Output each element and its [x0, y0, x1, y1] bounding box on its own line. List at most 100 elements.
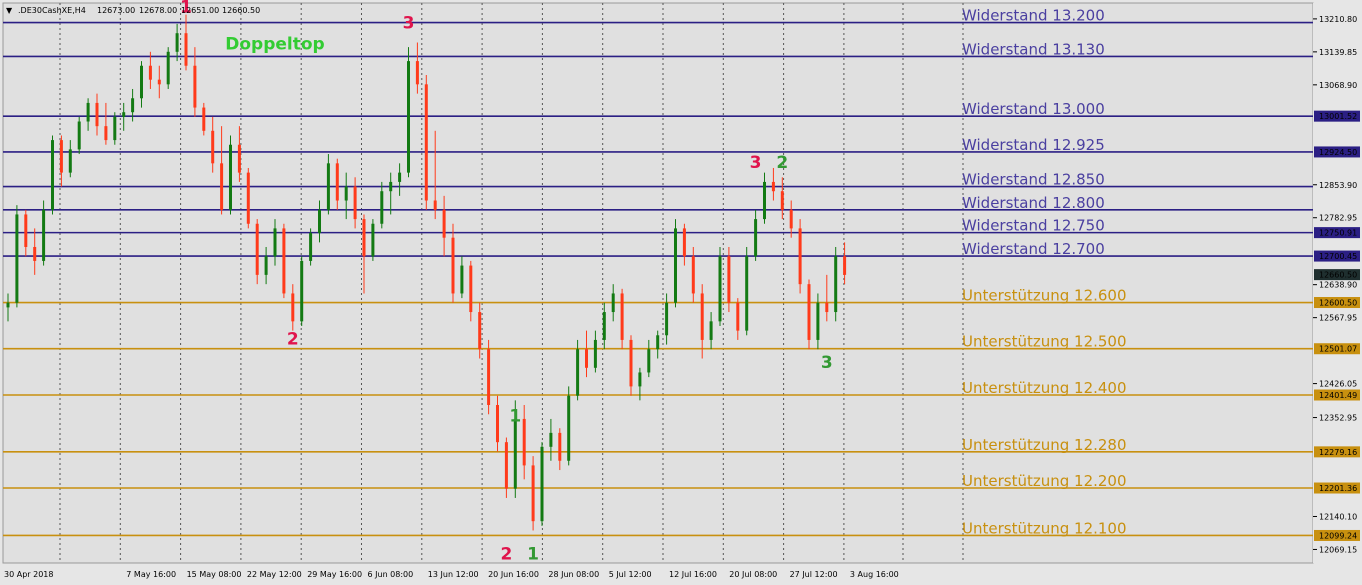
candle-body: [789, 209, 793, 229]
price-tick-label: 12638.90: [1319, 281, 1357, 290]
time-tick-label: 30 Apr 2018: [4, 570, 53, 579]
candle-body: [113, 116, 117, 141]
candle-body: [816, 302, 820, 340]
candle-body: [647, 349, 651, 373]
price-chart[interactable]: Widerstand 13.200 Widerstand 13.130 Widers…: [0, 0, 1362, 585]
candle-body: [576, 349, 580, 396]
candle-body: [140, 65, 143, 99]
candle-body: [237, 144, 241, 173]
wave-annotation: 2: [287, 330, 299, 350]
time-tick-label: 3 Aug 16:00: [850, 570, 899, 579]
candle-body: [131, 98, 135, 113]
candle-body: [522, 418, 526, 466]
wave-annotation: 2: [500, 544, 512, 564]
ohlc-header: ▼ .DE30CashXE,H4 12673.00 12678.00 12651…: [6, 6, 260, 15]
resistance-label: Widerstand 13.200: [962, 7, 1105, 25]
candle-body: [42, 209, 46, 261]
candle-body: [362, 219, 366, 257]
candle-body: [629, 339, 633, 387]
candle-body: [745, 256, 749, 331]
support-price-tag-label: 12099.24: [1319, 531, 1357, 540]
candle-body: [51, 140, 54, 210]
candle-body: [469, 265, 473, 313]
candle-body: [674, 228, 677, 303]
candle-body: [318, 209, 321, 234]
candle-body: [193, 65, 197, 108]
candle-body: [246, 172, 250, 224]
support-price-tag-label: 12279.16: [1319, 448, 1357, 457]
candle-body: [567, 395, 571, 461]
price-tick-label: 13139.85: [1319, 48, 1357, 57]
candle-body: [727, 256, 731, 303]
support-price-tag-label: 12201.36: [1319, 484, 1357, 493]
support-price-tag-label: 12600.50: [1319, 299, 1357, 308]
candle-body: [843, 256, 847, 275]
candle-body: [798, 228, 802, 285]
close-value: 12660.50: [222, 6, 260, 15]
candle-body: [77, 121, 81, 150]
candle-body: [531, 465, 535, 522]
high-value: 12678.00: [139, 6, 177, 15]
candle-body: [95, 102, 99, 127]
candle-body: [807, 284, 811, 340]
time-tick-label: 6 Jun 08:00: [368, 570, 414, 579]
candle-body: [620, 293, 624, 340]
price-tick-label: 12567.95: [1319, 314, 1357, 323]
candle-body: [273, 228, 277, 257]
wave-annotation: 3: [821, 353, 833, 373]
price-tick-label: 13068.90: [1319, 81, 1357, 90]
candle-body: [771, 181, 775, 192]
wave-annotation: 3: [403, 14, 415, 34]
candle-body: [513, 418, 517, 489]
support-label: Unterstützung 12.280: [962, 436, 1127, 454]
wave-annotation: 1: [527, 544, 539, 564]
candle-body: [380, 191, 384, 224]
candle-body: [255, 223, 259, 275]
time-tick-label: 5 Jul 12:00: [609, 570, 652, 579]
candle-body: [371, 223, 375, 257]
candle-body: [718, 256, 722, 322]
resistance-label: Widerstand 12.925: [962, 136, 1105, 154]
candle-body: [175, 33, 179, 52]
resistance-label: Widerstand 13.130: [962, 40, 1105, 58]
price-tick-label: 12782.95: [1319, 214, 1357, 223]
candle-body: [754, 219, 758, 257]
candle-body: [665, 302, 669, 336]
candle-body: [407, 61, 410, 173]
time-tick-label: 29 May 16:00: [307, 570, 362, 579]
time-axis: 30 Apr 2018 7 May 16:00 15 May 08:00 22 May…: [4, 570, 899, 579]
candle-body: [148, 65, 152, 80]
candle-body: [398, 172, 402, 182]
candle-body: [442, 209, 446, 238]
candle-body: [478, 312, 482, 350]
menu-triangle-icon[interactable]: ▼: [6, 6, 13, 15]
candle-body: [834, 256, 838, 313]
candle-body: [433, 200, 437, 210]
candle-body: [184, 33, 188, 66]
price-tick-label: 12426.05: [1319, 380, 1357, 389]
candle-body: [86, 102, 90, 122]
price-tick-label: 12140.10: [1319, 512, 1357, 521]
resistance-price-tag-label: 12924.50: [1319, 148, 1357, 157]
candle-body: [33, 246, 37, 261]
candle-body: [504, 442, 508, 489]
candle-body: [700, 293, 704, 340]
support-label: Unterstützung 12.400: [962, 379, 1127, 397]
current-price-label: 12660.50: [1319, 271, 1357, 280]
candle-body: [335, 163, 339, 201]
candle-body: [6, 302, 10, 308]
open-value: 12673.00: [97, 6, 135, 15]
symbol-label: .DE30CashXE,H4: [18, 6, 86, 15]
candle-body: [825, 302, 829, 313]
candle-body: [593, 339, 597, 368]
candle-body: [709, 321, 713, 340]
resistance-label: Widerstand 12.850: [962, 171, 1105, 189]
candle-body: [157, 79, 161, 85]
candle-body: [122, 112, 126, 117]
support-price-tag-label: 12401.49: [1319, 391, 1357, 400]
candle-body: [780, 191, 784, 210]
candle-body: [353, 186, 357, 220]
time-tick-label: 22 May 12:00: [247, 570, 302, 579]
candle-body: [291, 293, 295, 322]
wave-annotation: 1: [509, 406, 521, 426]
